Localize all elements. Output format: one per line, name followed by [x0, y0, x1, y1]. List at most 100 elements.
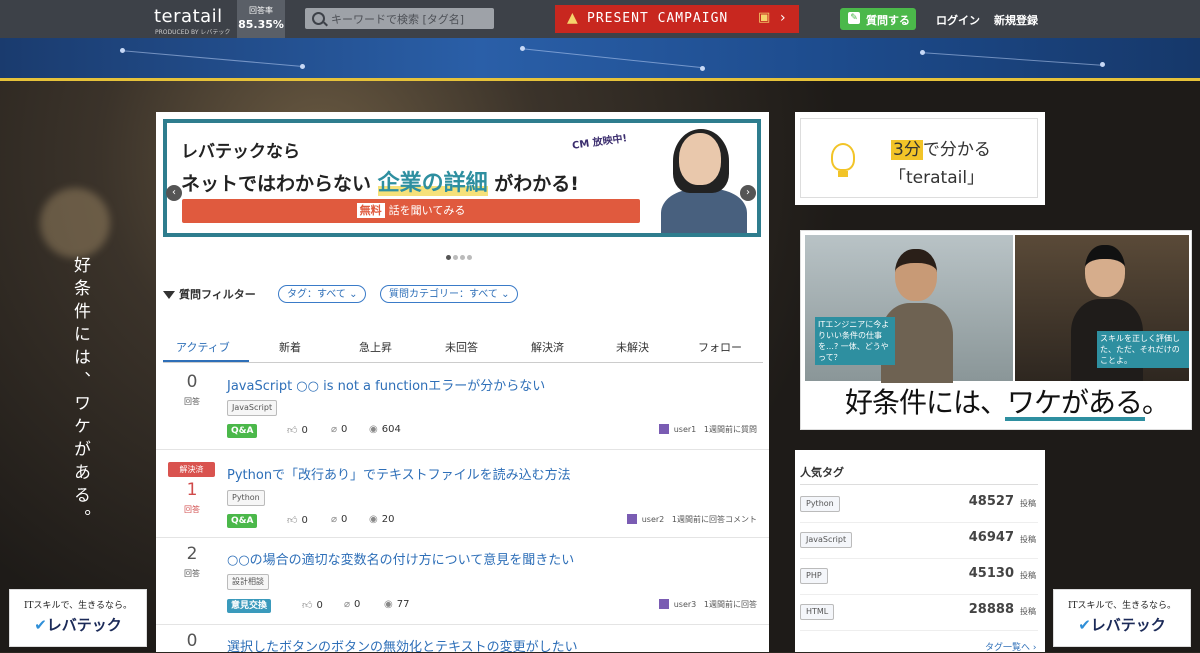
carousel-slide[interactable]: レバテックなら ネットではわからない 企業の詳細 がわかる! CM 放映中! 無…: [167, 123, 757, 233]
answer-count: 2: [186, 544, 198, 564]
levtech-ad-right[interactable]: ITスキルで、生きるなら。 ✔レバテック: [1053, 589, 1191, 647]
question-row[interactable]: 0 回答 JavaScript ○○ is not a functionエラーが…: [156, 366, 769, 450]
answer-count-label: 回答: [184, 397, 200, 406]
question-type-badge: 意見交換: [227, 599, 272, 613]
carousel-cta-button[interactable]: 無料 話を聞いてみる: [182, 199, 640, 223]
all-tags-link[interactable]: タグ一覧へ ›: [985, 640, 1036, 653]
carousel-dot[interactable]: [446, 255, 451, 260]
thumbs-up-icon: 👍︎: [302, 600, 313, 611]
login-link[interactable]: ログイン: [936, 12, 980, 28]
question-type-badge: Q&A: [227, 424, 258, 438]
logo-sub: PRODUCED BY レバテック: [155, 29, 231, 36]
popular-tag-row[interactable]: JavaScript 46947 投稿: [800, 522, 1038, 559]
tag-filter-label: タグ：すべて: [287, 289, 346, 300]
present-campaign-banner[interactable]: ▲ PRESENT CAMPAIGN ▣ ›: [555, 5, 799, 33]
tab-new[interactable]: 新着: [279, 339, 301, 355]
question-row[interactable]: 解決済 1 回答 Pythonで「改行あり」でテキストファイルを読み込む方法 P…: [156, 450, 769, 538]
bokeh-light: [40, 188, 110, 258]
avatar: [658, 424, 669, 434]
carousel-dots: [446, 249, 474, 263]
checkmark-icon: ✔: [34, 616, 47, 634]
free-badge: 無料: [356, 203, 385, 218]
popular-tag-count: 28888: [968, 602, 1014, 617]
answer-rate: 回答率 85.35%: [237, 0, 285, 38]
tab-trending[interactable]: 急上昇: [359, 339, 392, 355]
question-type-badge: Q&A: [227, 514, 258, 528]
divider: [800, 484, 1038, 485]
search-icon: [312, 12, 325, 25]
popular-tag-row[interactable]: HTML 28888 投稿: [800, 594, 1038, 631]
levtech-ad-left[interactable]: ITスキルで、生きるなら。 ✔レバテック: [9, 589, 147, 647]
levtech-ad-tagline: ITスキルで、生きるなら。: [23, 601, 133, 611]
tab-solved[interactable]: 解決済: [531, 339, 564, 355]
christmas-tree-icon: ▲: [567, 10, 578, 26]
checkmark-icon: ✔: [1078, 616, 1091, 634]
main-content: レバテックなら ネットではわからない 企業の詳細 がわかる! CM 放映中! 無…: [156, 112, 769, 652]
popular-tag-count: 45130: [968, 566, 1014, 581]
popular-tags-heading: 人気タグ: [800, 466, 844, 479]
carousel-dot[interactable]: [460, 255, 465, 260]
chevron-down-icon: ⌄: [349, 289, 358, 300]
question-title[interactable]: 選択したボタンのボタンの無効化とテキストの変更がしたい: [227, 636, 578, 652]
tab-unanswered[interactable]: 未回答: [445, 339, 478, 355]
carousel-line1: レバテックなら: [181, 142, 300, 162]
popular-tag[interactable]: JavaScript: [800, 532, 853, 548]
teratail-intro-card[interactable]: 3分 で分かる 「teratail」: [800, 118, 1038, 198]
carousel-prev-button[interactable]: ‹: [166, 185, 182, 201]
search-input[interactable]: [329, 8, 493, 31]
avatar: [626, 514, 637, 524]
chevron-right-icon: ›: [780, 10, 786, 26]
popular-tag-row[interactable]: PHP 45130 投稿: [800, 558, 1038, 595]
teratail-intro-panel: 3分 で分かる 「teratail」: [795, 112, 1045, 205]
question-author[interactable]: user2 1週間前に回答コメント: [626, 514, 757, 525]
question-tabs: アクティブ 新着 急上昇 未回答 解決済 未解決 フォロー: [163, 334, 763, 363]
question-title[interactable]: Pythonで「改行あり」でテキストファイルを読み込む方法: [227, 464, 571, 483]
intro-line1-text: で分かる: [922, 140, 991, 160]
popular-tag[interactable]: Python: [800, 496, 840, 512]
lightbulb-icon: [831, 143, 855, 177]
carousel-dot[interactable]: [453, 255, 458, 260]
eye-icon: ◉: [384, 599, 393, 610]
question-title[interactable]: JavaScript ○○ is not a functionエラーが分からない: [227, 375, 545, 394]
question-title[interactable]: ○○の場合の適切な変数名の付け方について意見を聞きたい: [227, 549, 574, 568]
carousel-model-image: [657, 129, 747, 233]
question-filter: 質問フィルター: [163, 286, 256, 302]
tab-unsolved[interactable]: 未解決: [616, 339, 649, 355]
tag-filter-dropdown[interactable]: タグ：すべて ⌄: [278, 285, 367, 303]
question-tag[interactable]: 設計相談: [227, 574, 269, 590]
question-author[interactable]: user3 1週間前に回答: [658, 599, 757, 610]
username: user2: [641, 515, 665, 524]
popular-tag[interactable]: HTML: [800, 604, 835, 620]
ask-button-label: 質問する: [866, 14, 910, 27]
eye-icon: ◉: [369, 514, 378, 525]
carousel-line2-pre: ネットではわからない: [181, 173, 372, 195]
like-count: 👍︎ 0: [302, 600, 323, 611]
answer-rate-value: 85.35%: [238, 18, 284, 31]
popular-tag-unit: 投稿: [1020, 535, 1036, 544]
question-tag[interactable]: Python: [227, 490, 265, 506]
levtech-ad-banner[interactable]: ITエンジニアに今よりいい条件の仕事を…? 一体、どうやって？ スキルを正しく評…: [800, 230, 1192, 430]
question-row[interactable]: 2 回答 ○○の場合の適切な変数名の付け方について意見を聞きたい 設計相談 意見…: [156, 538, 769, 625]
signup-link[interactable]: 新規登録: [994, 12, 1038, 28]
popular-tag-row[interactable]: Python 48527 投稿: [800, 486, 1038, 523]
question-row[interactable]: 0 選択したボタンのボタンの無効化とテキストの変更がしたい: [156, 625, 769, 652]
ask-question-button[interactable]: ✎ 質問する: [840, 8, 916, 30]
clip-count: ⌀ 0: [331, 514, 348, 525]
answer-count: 1: [186, 480, 198, 500]
category-filter-dropdown[interactable]: 質問カテゴリー：すべて ⌄: [380, 285, 519, 303]
filter-label: 質問フィルター: [179, 288, 256, 301]
thumbs-up-icon: 👍︎: [287, 425, 298, 436]
tab-active[interactable]: アクティブ: [176, 339, 230, 355]
popular-tag[interactable]: PHP: [800, 568, 828, 584]
question-tag[interactable]: JavaScript: [227, 400, 278, 416]
tab-follow[interactable]: フォロー: [698, 339, 742, 355]
question-author[interactable]: user1 1週間前に質問: [658, 424, 757, 435]
filter-icon: [163, 291, 175, 299]
levtech-ad-logo: ✔レバテック: [1054, 614, 1190, 635]
side-ad-vertical-copy[interactable]: 好条件には、ワケがある。: [68, 256, 93, 532]
ad-carousel[interactable]: レバテックなら ネットではわからない 企業の詳細 がわかる! CM 放映中! 無…: [163, 119, 761, 237]
teratail-logo[interactable]: teratail PRODUCED BY レバテック: [154, 6, 230, 36]
carousel-next-button[interactable]: ›: [740, 185, 756, 201]
carousel-dot[interactable]: [467, 255, 472, 260]
clip-count: ⌀ 0: [331, 424, 348, 435]
